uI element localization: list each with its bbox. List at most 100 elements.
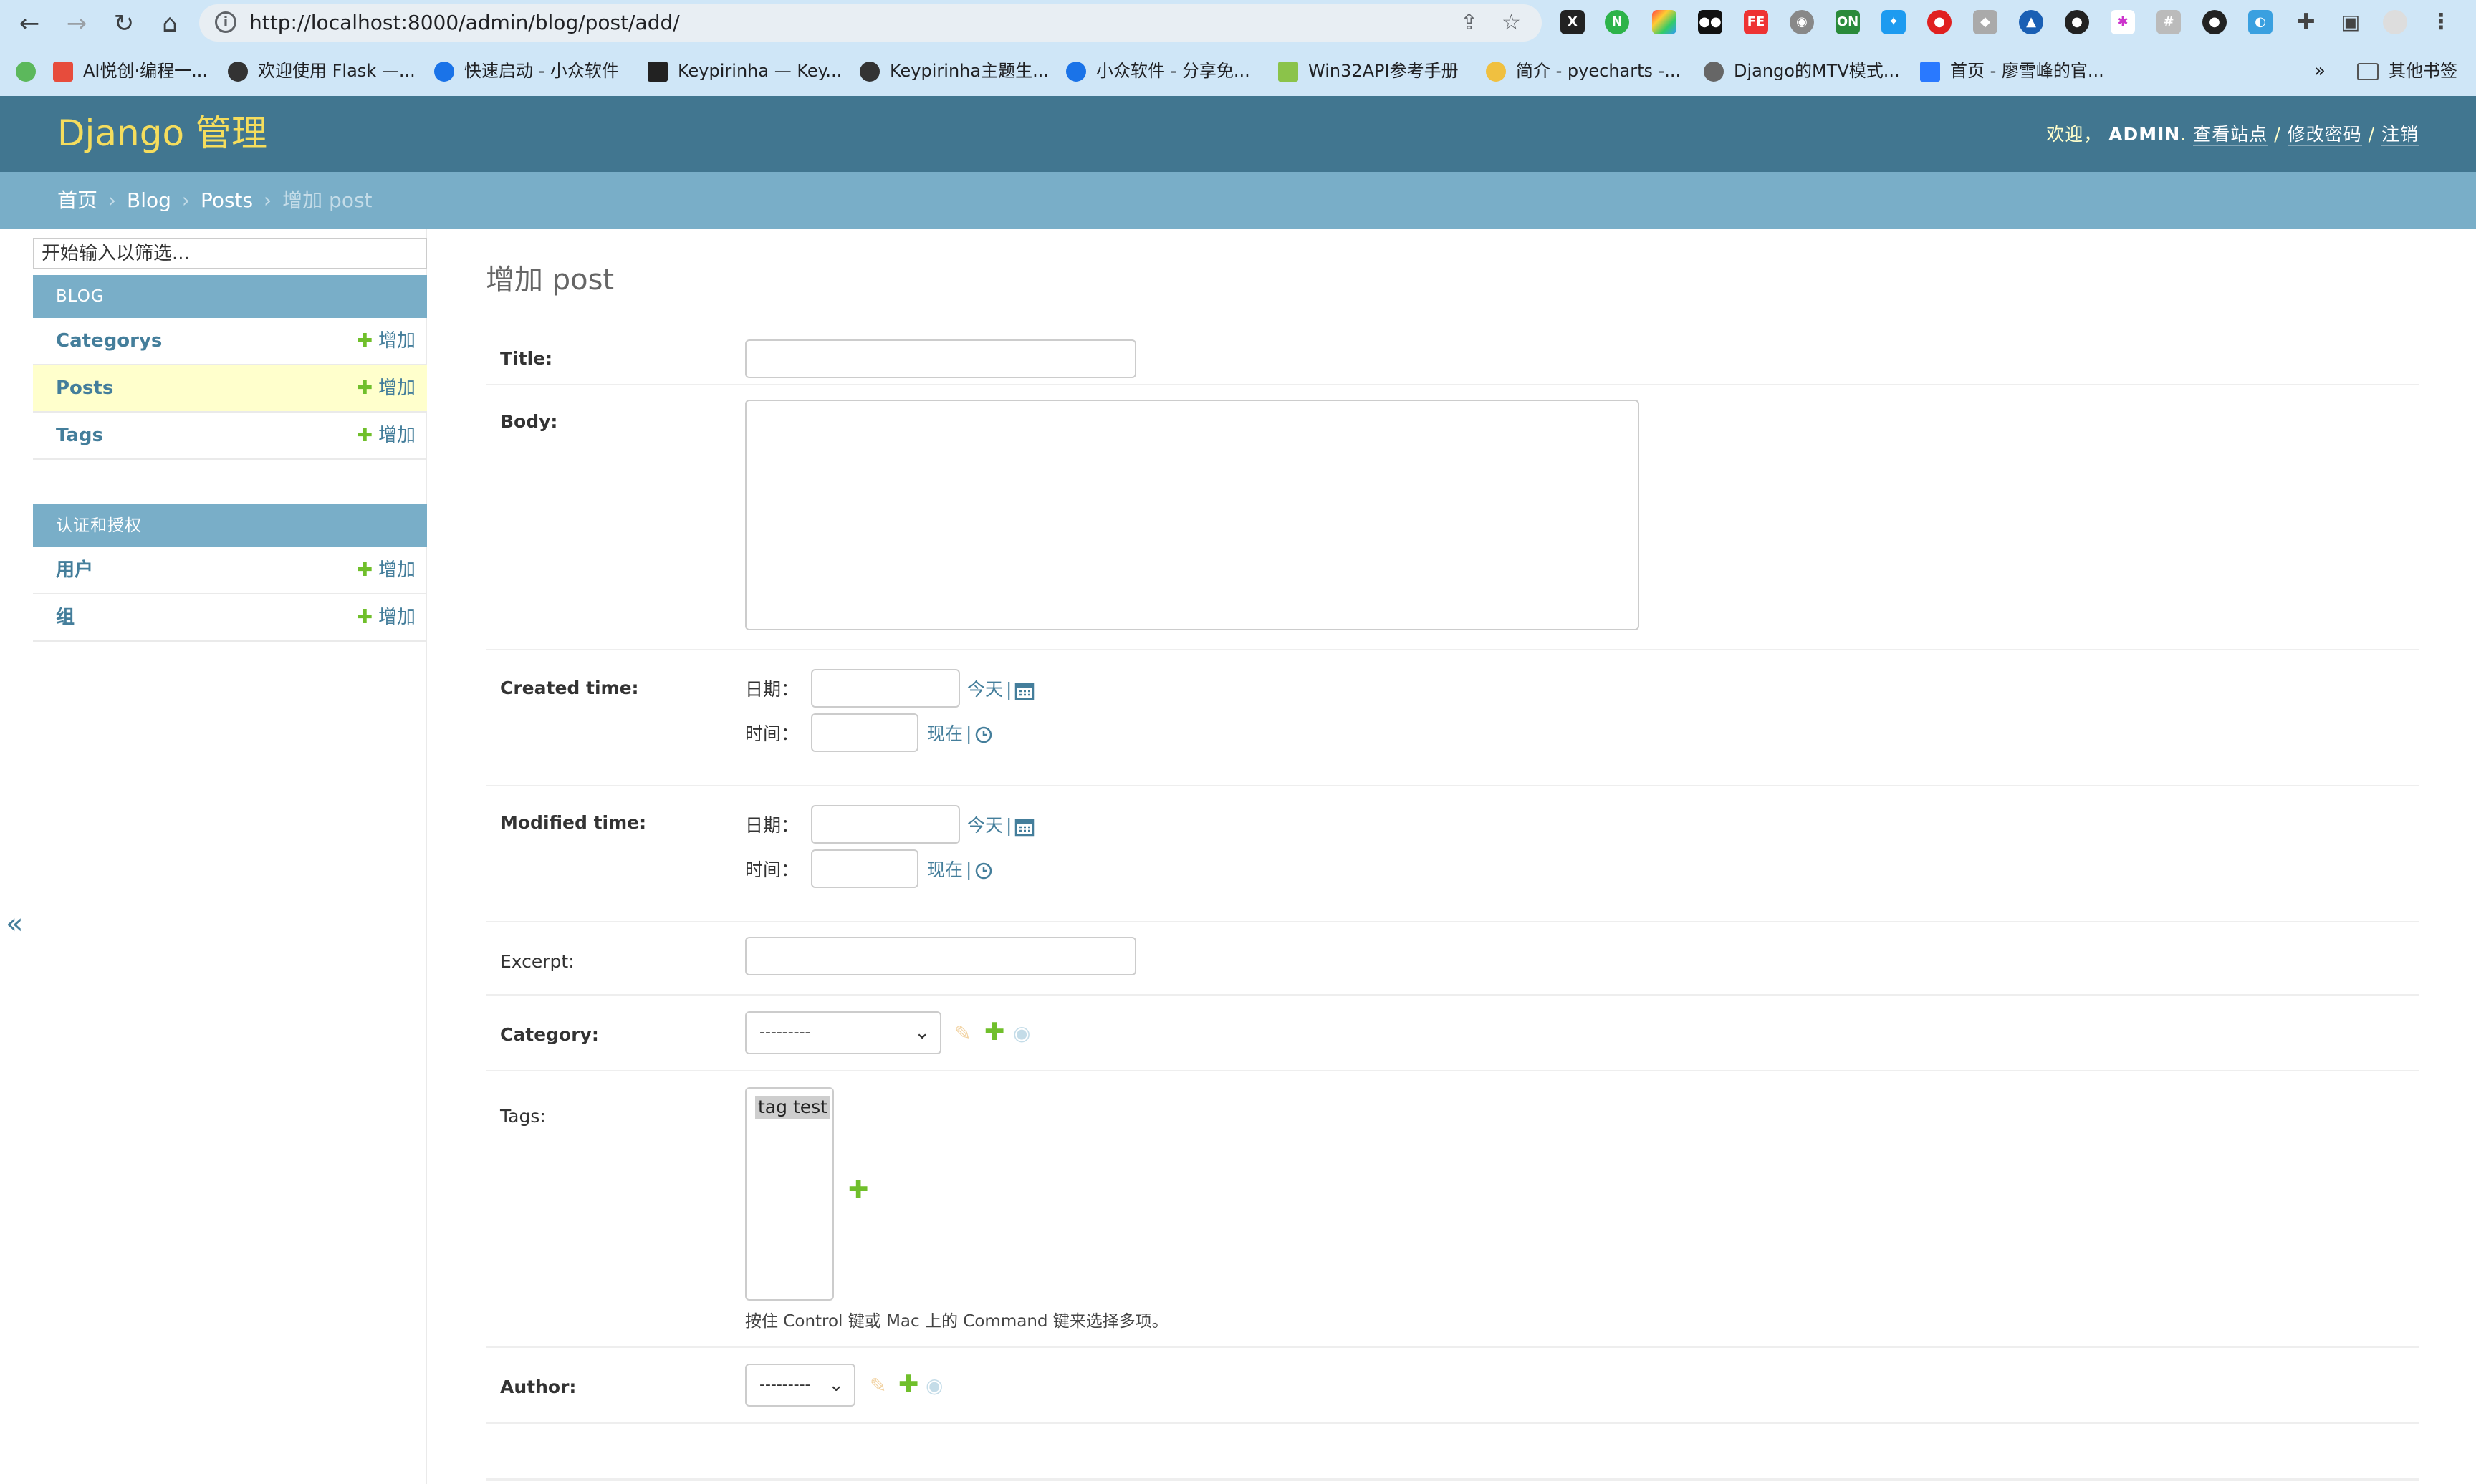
breadcrumb-home[interactable]: 首页 <box>57 188 97 212</box>
title-label: Title: <box>500 348 553 369</box>
site-branding[interactable]: Django 管理 <box>57 110 267 156</box>
extension-x-icon[interactable]: X <box>1560 10 1585 34</box>
extension-a-icon[interactable]: ▲ <box>2019 10 2043 34</box>
clock-icon[interactable] <box>974 726 993 744</box>
address-bar[interactable]: i http://localhost:8000/admin/blog/post/… <box>199 4 1542 42</box>
bookmark-4[interactable]: Keypirinha主题生... <box>860 59 1049 83</box>
menu-icon[interactable]: ⋮ <box>2429 10 2453 34</box>
extension-badge-icon[interactable]: ● <box>2202 10 2227 34</box>
created-time-input[interactable] <box>811 713 918 752</box>
breadcrumb: 首页 › Blog › Posts › 增加 post <box>0 172 2476 229</box>
extensions-puzzle-icon[interactable]: ✚ <box>2294 10 2318 34</box>
view-author-icon[interactable]: ◉ <box>926 1375 943 1397</box>
view-category-icon[interactable]: ◉ <box>1013 1023 1030 1044</box>
sidebar-item-posts[interactable]: Posts ✚ 增加 <box>33 365 427 413</box>
extension-camera-icon[interactable]: ◉ <box>1790 10 1814 34</box>
tag-option[interactable]: tag test <box>755 1096 830 1119</box>
author-select[interactable]: --------- ⌄ <box>745 1364 855 1407</box>
sidebar-item-label[interactable]: Posts <box>56 365 113 411</box>
breadcrumb-app[interactable]: Blog <box>127 188 171 212</box>
share-icon[interactable]: ⇪ <box>1460 10 1478 36</box>
bookmark-0[interactable]: AI悦创·编程一... <box>53 59 208 83</box>
calendar-icon[interactable] <box>1014 816 1035 837</box>
edit-category-icon[interactable]: ✎ <box>954 1023 971 1044</box>
tags-help-text: 按住 Control 键或 Mac 上的 Command 键来选择多项。 <box>745 1312 1169 1331</box>
bookmark-2[interactable]: 快速启动 - 小众软件 <box>434 59 619 83</box>
excerpt-input[interactable] <box>745 937 1136 975</box>
category-select[interactable]: --------- ⌄ <box>745 1011 941 1054</box>
bookmark-6[interactable]: Win32API参考手册 <box>1278 59 1459 83</box>
add-tags-link[interactable]: ✚ 增加 <box>357 413 416 458</box>
sidebar-item-categorys[interactable]: Categorys ✚ 增加 <box>33 318 427 365</box>
add-posts-link[interactable]: ✚ 增加 <box>357 365 416 411</box>
title-input[interactable] <box>745 339 1136 378</box>
now-link[interactable]: 现在 <box>927 859 963 880</box>
toggle-nav-sidebar-button[interactable]: « <box>6 910 23 938</box>
back-icon[interactable]: ← <box>13 7 46 40</box>
side-panel-icon[interactable]: ▣ <box>2338 10 2363 34</box>
extension-fe-icon[interactable]: FE <box>1744 10 1768 34</box>
sidebar-item-users[interactable]: 用户 ✚ 增加 <box>33 547 427 594</box>
breadcrumb-model[interactable]: Posts <box>201 188 253 212</box>
clock-icon[interactable] <box>974 862 993 880</box>
add-tag-icon[interactable]: ✚ <box>848 1177 869 1202</box>
tags-multiselect[interactable]: tag test <box>745 1087 834 1301</box>
add-users-link[interactable]: ✚ 增加 <box>357 547 416 593</box>
sidebar-item-label[interactable]: Tags <box>56 413 103 458</box>
today-link[interactable]: 今天 <box>967 815 1003 836</box>
url-text[interactable]: http://localhost:8000/admin/blog/post/ad… <box>249 10 680 36</box>
site-info-icon[interactable]: i <box>215 11 236 33</box>
bookmark-3[interactable]: Keypirinha — Key... <box>648 59 842 83</box>
github-icon[interactable]: ● <box>2065 10 2089 34</box>
bookmark-8[interactable]: Django的MTV模式... <box>1704 59 1900 83</box>
bookmark-5[interactable]: 小众软件 - 分享免... <box>1066 59 1250 83</box>
view-site-link[interactable]: 查看站点 <box>2193 124 2268 146</box>
forward-icon[interactable]: → <box>60 7 93 40</box>
reload-icon[interactable]: ↻ <box>107 7 140 40</box>
form-row-title: Title: <box>486 321 2419 385</box>
now-link[interactable]: 现在 <box>927 723 963 744</box>
sidebar-item-groups[interactable]: 组 ✚ 增加 <box>33 594 427 642</box>
add-author-icon[interactable]: ✚ <box>898 1372 919 1397</box>
bookmark-1[interactable]: 欢迎使用 Flask —... <box>228 59 416 83</box>
edit-author-icon[interactable]: ✎ <box>870 1375 886 1397</box>
extension-spark-icon[interactable]: ✱ <box>2111 10 2135 34</box>
bookmarks-bar: AI悦创·编程一... 欢迎使用 Flask —... 快速启动 - 小众软件 … <box>0 47 2476 95</box>
bookmarks-overflow[interactable]: » <box>2314 59 2326 83</box>
bookmark-plant[interactable] <box>16 59 46 83</box>
module-caption-blog[interactable]: BLOG <box>33 275 427 318</box>
sidebar-item-label[interactable]: Categorys <box>56 318 162 364</box>
bookmark-7[interactable]: 简介 - pyecharts -... <box>1486 59 1681 83</box>
extension-n-icon[interactable]: N <box>1605 10 1629 34</box>
extension-shield-icon[interactable]: ◆ <box>1973 10 1997 34</box>
bookmark-9[interactable]: 首页 - 廖雪峰的官... <box>1920 59 2104 83</box>
today-link[interactable]: 今天 <box>967 679 1003 700</box>
change-password-link[interactable]: 修改密码 <box>2287 124 2362 146</box>
excerpt-label: Excerpt: <box>500 951 575 972</box>
add-category-icon[interactable]: ✚ <box>984 1020 1005 1044</box>
extension-grid-icon[interactable]: # <box>2156 10 2181 34</box>
created-date-input[interactable] <box>811 669 960 708</box>
nav-filter-input[interactable]: 开始输入以筛选... <box>33 238 427 269</box>
profile-avatar[interactable] <box>2383 10 2407 34</box>
logout-link[interactable]: 注销 <box>2381 124 2419 146</box>
other-bookmarks[interactable]: 其他书签 <box>2357 59 2457 83</box>
body-textarea[interactable] <box>745 400 1639 630</box>
extension-mask-icon[interactable]: ●● <box>1698 10 1722 34</box>
sidebar-item-tags[interactable]: Tags ✚ 增加 <box>33 413 427 460</box>
add-groups-link[interactable]: ✚ 增加 <box>357 594 416 640</box>
extension-palette-icon[interactable] <box>1652 10 1676 34</box>
module-caption-auth[interactable]: 认证和授权 <box>33 504 427 547</box>
extension-bird-icon[interactable]: ✦ <box>1881 10 1906 34</box>
modified-time-input[interactable] <box>811 849 918 888</box>
extension-on-icon[interactable]: ON <box>1836 10 1860 34</box>
add-categorys-link[interactable]: ✚ 增加 <box>357 318 416 364</box>
sidebar-item-label[interactable]: 组 <box>56 594 75 640</box>
bookmark-star-icon[interactable]: ☆ <box>1502 10 1521 36</box>
home-icon[interactable]: ⌂ <box>153 7 186 40</box>
calendar-icon[interactable] <box>1014 680 1035 700</box>
extension-translate-icon[interactable]: ◐ <box>2248 10 2273 34</box>
modified-date-input[interactable] <box>811 805 960 844</box>
sidebar-item-label[interactable]: 用户 <box>56 547 93 593</box>
extension-stop-icon[interactable]: ● <box>1927 10 1952 34</box>
